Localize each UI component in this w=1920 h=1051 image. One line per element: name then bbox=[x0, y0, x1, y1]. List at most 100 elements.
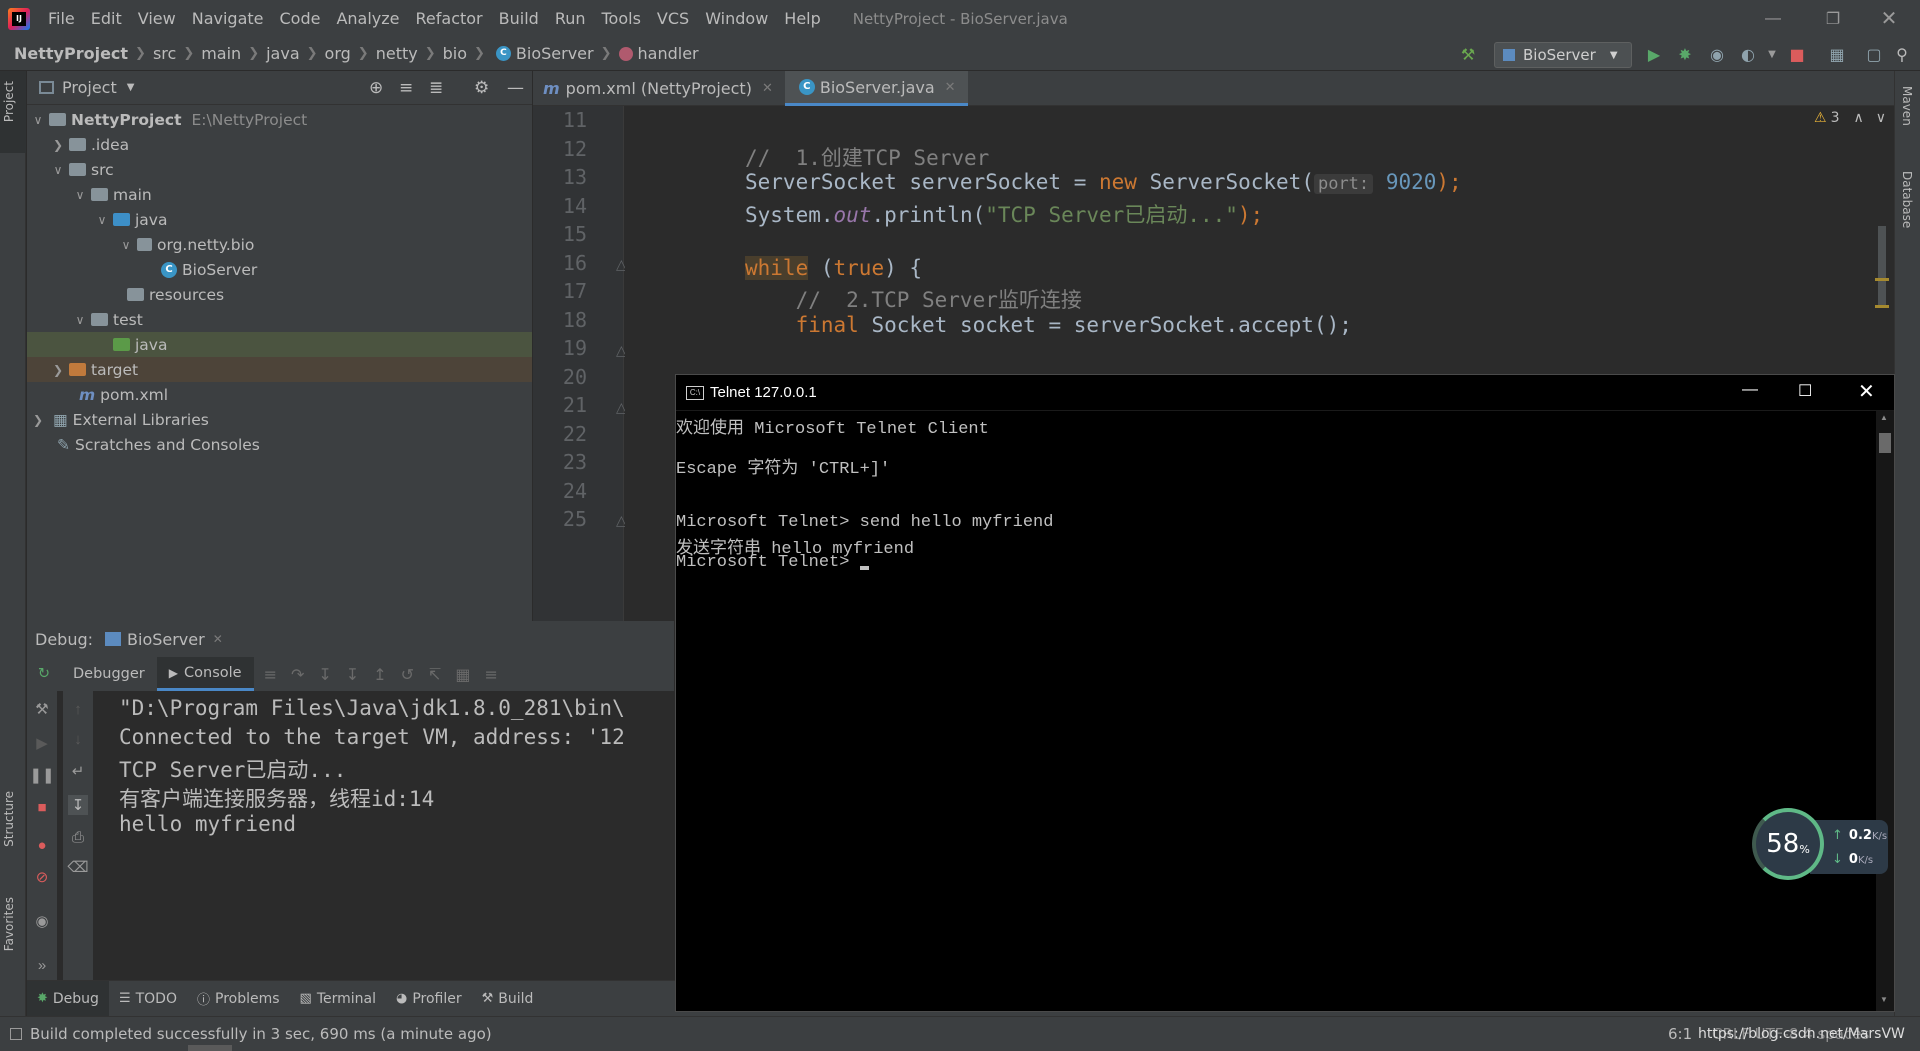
breadcrumb-java[interactable]: java bbox=[266, 44, 300, 63]
minimize-button[interactable]: — bbox=[1742, 381, 1758, 399]
database-tool-tab[interactable]: Database bbox=[1900, 171, 1914, 228]
menu-build[interactable]: Build bbox=[491, 9, 547, 28]
structure-tool-tab[interactable]: Structure bbox=[2, 791, 16, 847]
breakpoints-icon[interactable]: ● bbox=[32, 835, 52, 855]
tree-item-bioserver[interactable]: C BioServer bbox=[27, 257, 532, 282]
menu-tools[interactable]: Tools bbox=[594, 9, 649, 28]
project-tool-tab[interactable]: Project bbox=[2, 81, 16, 122]
locate-icon[interactable]: ⊕ bbox=[369, 78, 383, 98]
telnet-scrollbar[interactable]: ▲ ▼ bbox=[1876, 411, 1894, 1011]
tab-bioserver-java[interactable]: C BioServer.java ✕ bbox=[784, 71, 968, 106]
chevron-down-icon[interactable]: ∨ bbox=[95, 213, 109, 227]
menu-edit[interactable]: Edit bbox=[83, 9, 130, 28]
tab-debugger[interactable]: Debugger bbox=[61, 657, 157, 691]
collapse-all-icon[interactable]: ≣ bbox=[429, 78, 443, 98]
breadcrumb-handler[interactable]: handler bbox=[638, 44, 699, 63]
tree-item-test-java[interactable]: java bbox=[27, 332, 532, 357]
soft-wrap-icon[interactable]: ↵ bbox=[68, 761, 88, 781]
breadcrumb-org[interactable]: org bbox=[325, 44, 351, 63]
close-button[interactable]: ✕ bbox=[1858, 379, 1875, 404]
debug-icon[interactable]: ✸ bbox=[1673, 42, 1697, 66]
chevron-right-icon[interactable]: ❯ bbox=[51, 363, 65, 377]
tree-item-pomxml[interactable]: m pom.xml bbox=[27, 382, 532, 407]
chevron-up-icon[interactable]: ∧ bbox=[1854, 110, 1864, 126]
tool-tab-debug[interactable]: ✸ Debug bbox=[27, 980, 109, 1017]
project-panel-title[interactable]: Project bbox=[62, 78, 117, 97]
chevron-down-icon[interactable]: ∨ bbox=[73, 313, 87, 327]
menu-run[interactable]: Run bbox=[547, 9, 594, 28]
gear-icon[interactable]: ⚙ bbox=[474, 78, 489, 98]
maximize-button[interactable]: ☐ bbox=[1798, 381, 1812, 401]
wrench-icon[interactable]: ⚒ bbox=[32, 699, 52, 719]
scrollbar-thumb[interactable] bbox=[1879, 433, 1891, 453]
tree-item-resources[interactable]: resources bbox=[27, 282, 532, 307]
telnet-window[interactable]: C:\ Telnet 127.0.0.1 — ☐ ✕ 欢迎使用 Microsof… bbox=[675, 374, 1895, 1012]
layout-icon[interactable]: ▢ bbox=[1862, 42, 1886, 66]
caret-position[interactable]: 6:1 bbox=[1668, 1025, 1692, 1043]
tool-tab-todo[interactable]: ☰ TODO bbox=[109, 981, 187, 1017]
menu-analyze[interactable]: Analyze bbox=[328, 9, 407, 28]
tree-item-idea[interactable]: ❯ .idea bbox=[27, 132, 532, 157]
run-icon[interactable]: ▶ bbox=[1642, 42, 1666, 66]
maven-tool-tab[interactable]: Maven bbox=[1900, 86, 1914, 126]
tree-item-main[interactable]: ∨ main bbox=[27, 182, 532, 207]
menu-help[interactable]: Help bbox=[776, 9, 828, 28]
project-structure-icon[interactable]: ▦ bbox=[1825, 42, 1849, 66]
trash-icon[interactable]: ⌫ bbox=[67, 857, 88, 877]
menu-refactor[interactable]: Refactor bbox=[408, 9, 491, 28]
tree-item-external-libraries[interactable]: ❯ ▦ External Libraries bbox=[27, 407, 532, 432]
print-icon[interactable]: ⎙ bbox=[68, 827, 88, 847]
scroll-to-end-icon[interactable]: ↧ bbox=[68, 795, 88, 815]
breadcrumb-bio[interactable]: bio bbox=[443, 44, 467, 63]
debug-session-tab[interactable]: BioServer bbox=[127, 630, 205, 649]
telnet-prompt-line[interactable]: Microsoft Telnet> bbox=[676, 553, 869, 572]
tree-item-test[interactable]: ∨ test bbox=[27, 307, 532, 332]
chevron-down-icon[interactable]: ▼ bbox=[127, 82, 135, 93]
tool-tab-problems[interactable]: ⓘ Problems bbox=[187, 981, 290, 1017]
tool-tab-build[interactable]: ⚒ Build bbox=[472, 981, 544, 1017]
stop-icon[interactable]: ■ bbox=[1785, 42, 1809, 66]
resume-icon[interactable]: ▶ bbox=[32, 733, 52, 753]
tree-item-main-java[interactable]: ∨ java bbox=[27, 207, 532, 232]
menu-navigate[interactable]: Navigate bbox=[184, 9, 272, 28]
toggle-tool-windows-icon[interactable] bbox=[10, 1028, 22, 1040]
menu-view[interactable]: View bbox=[130, 9, 184, 28]
restore-button[interactable]: ❐ bbox=[1810, 0, 1856, 37]
more-run-chevron-icon[interactable]: ▼ bbox=[1760, 42, 1784, 66]
tab-console[interactable]: ▶ Console bbox=[156, 657, 254, 691]
search-icon[interactable]: ⚲ bbox=[1890, 42, 1914, 66]
tree-item-nettyproject[interactable]: ∨ NettyProject E:\NettyProject bbox=[27, 107, 532, 132]
chevron-down-icon[interactable]: ∨ bbox=[31, 113, 45, 127]
tree-item-package[interactable]: ∨ org.netty.bio bbox=[27, 232, 532, 257]
rerun-icon[interactable]: ↻ bbox=[27, 657, 61, 691]
tree-item-target[interactable]: ❯ target bbox=[27, 357, 532, 382]
arrow-down-icon[interactable]: ↓ bbox=[68, 729, 88, 749]
minimize-button[interactable]: — bbox=[1750, 0, 1796, 37]
chevron-down-icon[interactable]: ∨ bbox=[119, 238, 133, 252]
camera-icon[interactable]: ◉ bbox=[32, 911, 52, 931]
tool-tab-terminal[interactable]: ▧ Terminal bbox=[290, 981, 386, 1017]
build-hammer-icon[interactable]: ⚒ bbox=[1456, 42, 1480, 66]
network-speed-widget[interactable]: ↑ 0.2K/s ↓ 0K/s 58% bbox=[1752, 808, 1892, 888]
run-config-select[interactable]: BioServer ▼ bbox=[1494, 42, 1632, 68]
breadcrumb-netty[interactable]: netty bbox=[376, 44, 418, 63]
scroll-down-icon[interactable]: ▼ bbox=[1880, 995, 1888, 1004]
status-message[interactable]: Build completed successfully in 3 sec, 6… bbox=[30, 1025, 492, 1043]
stop-icon[interactable]: ■ bbox=[32, 797, 52, 817]
menu-file[interactable]: File bbox=[40, 9, 83, 28]
profile-icon[interactable]: ◐ bbox=[1736, 42, 1760, 66]
editor-scrollbar[interactable] bbox=[1878, 226, 1886, 306]
close-button[interactable]: ✕ bbox=[1866, 0, 1912, 37]
tool-tab-profiler[interactable]: ◕ Profiler bbox=[386, 981, 472, 1017]
close-tab-icon[interactable]: ✕ bbox=[945, 80, 956, 95]
close-tab-icon[interactable]: ✕ bbox=[213, 632, 223, 646]
tree-item-src[interactable]: ∨ src bbox=[27, 157, 532, 182]
menu-code[interactable]: Code bbox=[272, 9, 329, 28]
inspection-widget[interactable]: ⚠ 3 ∧ ∨ bbox=[1814, 110, 1886, 126]
close-tab-icon[interactable]: ✕ bbox=[762, 81, 773, 96]
tree-item-scratches[interactable]: ✎ Scratches and Consoles bbox=[27, 432, 532, 457]
telnet-title-bar[interactable]: C:\ Telnet 127.0.0.1 — ☐ ✕ bbox=[676, 375, 1894, 411]
chevron-down-icon[interactable]: ∨ bbox=[51, 163, 65, 177]
breadcrumb-src[interactable]: src bbox=[153, 44, 176, 63]
menu-vcs[interactable]: VCS bbox=[649, 9, 697, 28]
